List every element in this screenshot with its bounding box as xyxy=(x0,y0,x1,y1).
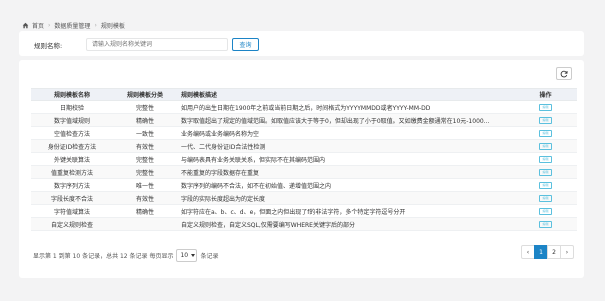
query-button[interactable]: 查询 xyxy=(232,38,259,51)
table-row: 自定义规则检查 自定义规则检查，自定义SQL,仅需要编写WHERE关键字后的部分 编… xyxy=(31,217,577,231)
rule-category-cell: 精确性 xyxy=(113,204,177,218)
pagination: ‹ 1 2 › xyxy=(521,245,574,259)
rule-description-cell: 业务编码或业务编码名称为空 xyxy=(177,126,514,140)
rule-name-search-input[interactable] xyxy=(86,38,228,51)
table-row: 空值检查方法 一致性 业务编码或业务编码名称为空 编辑 xyxy=(31,126,577,140)
edit-button[interactable]: 编辑 xyxy=(539,182,552,189)
rule-description-cell: 一代、二代身份证ID合法性检测 xyxy=(177,139,514,153)
edit-button[interactable]: 编辑 xyxy=(539,221,552,228)
rule-name-cell: 自定义规则检查 xyxy=(31,217,113,231)
column-header-category[interactable]: 规则模板分类 xyxy=(113,88,177,101)
caret-down-icon xyxy=(191,254,196,257)
breadcrumb-separator: › xyxy=(94,21,97,29)
pagination-info-text: 显示第 1 到第 10 条记录，总共 12 条记录 每页显示 xyxy=(33,253,174,260)
rule-template-table: 规则模板名称 规则模板分类 规则模板描述 操作 日期校验 完整性 如用户的出生日期在… xyxy=(31,88,577,231)
rule-description-cell: 如用户的出生日期在1900年之前或当前日期之后，时间格式为YYYYMMDD或者Y… xyxy=(177,100,514,114)
edit-button[interactable]: 编辑 xyxy=(539,195,552,202)
edit-button[interactable]: 编辑 xyxy=(539,169,552,176)
edit-button[interactable]: 编辑 xyxy=(539,104,552,111)
column-header-description[interactable]: 规则模板描述 xyxy=(177,88,514,101)
rule-category-cell: 完整性 xyxy=(113,100,177,114)
breadcrumb-home[interactable]: 首页 xyxy=(32,21,44,30)
rule-category-cell: 精确性 xyxy=(113,113,177,127)
rule-name-cell: 外键关联算法 xyxy=(31,152,113,166)
rule-category-cell xyxy=(113,217,177,231)
next-page-button[interactable]: › xyxy=(560,245,574,259)
rule-description-cell: 与编码表具有业务关联关系，但实际不在其编码范围内 xyxy=(177,152,514,166)
breadcrumb: 首页 › 数据质量管理 › 规则模板 xyxy=(22,20,125,30)
column-header-name[interactable]: 规则模板名称 xyxy=(31,88,113,101)
edit-button[interactable]: 编辑 xyxy=(539,156,552,163)
action-cell: 编辑 xyxy=(514,191,577,205)
refresh-icon xyxy=(560,70,568,77)
breadcrumb-separator: › xyxy=(48,21,51,29)
table-row: 字段长度不合法 有效性 字段的实际长度超出为的定长度 编辑 xyxy=(31,191,577,205)
rule-name-cell: 日期校验 xyxy=(31,100,113,114)
rule-name-cell: 数字值域规则 xyxy=(31,113,113,127)
action-cell: 编辑 xyxy=(514,113,577,127)
rule-description-cell: 如字符应在a、b、c、d、e，但面之内但出现了f的非法字符，多个特定字符逗号分开 xyxy=(177,204,514,218)
rule-category-cell: 唯一性 xyxy=(113,178,177,192)
rule-name-cell: 身份证ID检查方法 xyxy=(31,139,113,153)
rule-category-cell: 有效性 xyxy=(113,139,177,153)
table-row: 字符值域算法 精确性 如字符应在a、b、c、d、e，但面之内但出现了f的非法字符，多… xyxy=(31,204,577,218)
edit-button[interactable]: 编辑 xyxy=(539,117,552,124)
rule-description-cell: 自定义规则检查，自定义SQL,仅需要编写WHERE关键字后的部分 xyxy=(177,217,514,231)
prev-page-button[interactable]: ‹ xyxy=(521,245,535,259)
table-header-row: 规则模板名称 规则模板分类 规则模板描述 操作 xyxy=(31,88,577,101)
action-cell: 编辑 xyxy=(514,126,577,140)
rule-category-cell: 完整性 xyxy=(113,152,177,166)
breadcrumb-current: 规则模板 xyxy=(100,22,125,30)
rule-description-cell: 不能重复的字段数据存在重复 xyxy=(177,165,514,179)
action-cell: 编辑 xyxy=(514,204,577,218)
pagination-info: 显示第 1 到第 10 条记录，总共 12 条记录 每页显示 10 条记录 xyxy=(33,249,218,262)
table-row: 日期校验 完整性 如用户的出生日期在1900年之前或当前日期之后，时间格式为YYYY… xyxy=(31,100,577,114)
action-cell: 编辑 xyxy=(514,178,577,192)
action-cell: 编辑 xyxy=(514,152,577,166)
rule-description-cell: 数字取值超出了规定的值域范围。如取值应该大于等于0，但却出现了小于0取值。又如缴… xyxy=(177,113,514,127)
rule-description-cell: 数字序列的编码不合法，如不在初始值、递增值范围之内 xyxy=(177,178,514,192)
search-panel: 规则名称: 查询 xyxy=(19,31,584,56)
table-row: 值重复检测方法 完整性 不能重复的字段数据存在重复 编辑 xyxy=(31,165,577,179)
rule-category-cell: 有效性 xyxy=(113,191,177,205)
column-header-action: 操作 xyxy=(514,88,577,101)
table-panel: 规则模板名称 规则模板分类 规则模板描述 操作 日期校验 完整性 如用户的出生日期在… xyxy=(19,60,584,278)
action-cell: 编辑 xyxy=(514,100,577,114)
table-row: 数字序列方法 唯一性 数字序列的编码不合法，如不在初始值、递增值范围之内 编辑 xyxy=(31,178,577,192)
rule-name-cell: 数字序列方法 xyxy=(31,178,113,192)
rule-name-cell: 值重复检测方法 xyxy=(31,165,113,179)
refresh-button[interactable] xyxy=(556,67,572,80)
rule-name-cell: 空值检查方法 xyxy=(31,126,113,140)
table-row: 数字值域规则 精确性 数字取值超出了规定的值域范围。如取值应该大于等于0，但却出现了… xyxy=(31,113,577,127)
rule-description-cell: 字段的实际长度超出为的定长度 xyxy=(177,191,514,205)
edit-button[interactable]: 编辑 xyxy=(539,130,552,137)
table-row: 身份证ID检查方法 有效性 一代、二代身份证ID合法性检测 编辑 xyxy=(31,139,577,153)
table-row: 外键关联算法 完整性 与编码表具有业务关联关系，但实际不在其编码范围内 编辑 xyxy=(31,152,577,166)
rule-name-cell: 字段长度不合法 xyxy=(31,191,113,205)
page-button-1[interactable]: 1 xyxy=(534,245,548,259)
page-button-2[interactable]: 2 xyxy=(547,245,561,259)
breadcrumb-section[interactable]: 数据质量管理 xyxy=(54,21,90,30)
home-icon xyxy=(22,22,29,28)
pagination-suffix: 条记录 xyxy=(200,253,219,260)
rule-category-cell: 一致性 xyxy=(113,126,177,140)
action-cell: 编辑 xyxy=(514,165,577,179)
page-size-value: 10 xyxy=(180,252,189,259)
rule-name-cell: 字符值域算法 xyxy=(31,204,113,218)
page-size-select[interactable]: 10 xyxy=(176,249,198,262)
edit-button[interactable]: 编辑 xyxy=(539,208,552,215)
edit-button[interactable]: 编辑 xyxy=(539,143,552,150)
action-cell: 编辑 xyxy=(514,217,577,231)
rule-category-cell: 完整性 xyxy=(113,165,177,179)
rule-name-label: 规则名称: xyxy=(34,42,63,50)
action-cell: 编辑 xyxy=(514,139,577,153)
